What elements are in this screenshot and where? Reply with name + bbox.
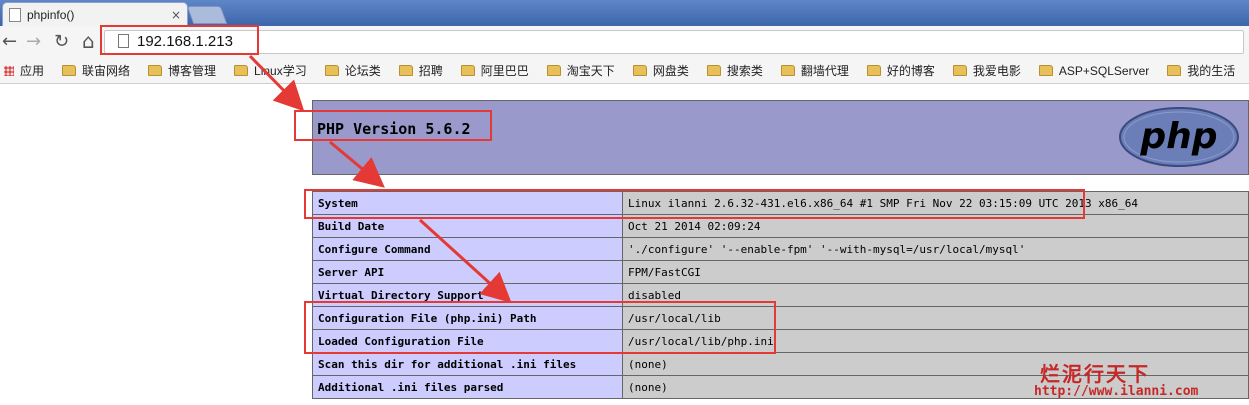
folder-icon <box>866 65 881 76</box>
annotation-box-system <box>304 189 1085 219</box>
tab-strip: phpinfo() × <box>0 0 1249 26</box>
apps-icon <box>4 65 14 76</box>
back-icon[interactable]: ← <box>2 32 17 52</box>
bookmark-label: 好的博客 <box>886 64 935 78</box>
table-row: Server API FPM/FastCGI <box>312 260 1249 284</box>
folder-icon <box>324 65 339 76</box>
bookmark-item[interactable]: 网盘类 <box>632 62 689 79</box>
annotation-box-url <box>100 25 259 55</box>
new-tab-button[interactable] <box>186 6 228 24</box>
bookmarks-bar: 应用 联宙网络 博客管理 Linux学习 论坛类 招聘 阿里巴巴 淘宝天下 网盘类 搜索类 翻墙代理… <box>0 58 1249 84</box>
reload-icon[interactable]: ↻ <box>54 32 69 52</box>
annotation-box-ini <box>304 301 776 354</box>
bookmark-item[interactable]: ASP+SQLServer <box>1038 63 1150 78</box>
folder-icon <box>780 65 795 76</box>
php-logo-text: php <box>1139 116 1217 157</box>
bookmark-item[interactable]: 博客管理 <box>148 62 216 79</box>
row-value: FPM/FastCGI <box>622 260 1249 284</box>
row-key: Additional .ini files parsed <box>312 375 623 399</box>
bookmark-item[interactable]: 我爱电影 <box>952 62 1021 79</box>
bookmark-item[interactable]: 好的博客 <box>866 62 935 79</box>
bookmark-item[interactable]: 应用 <box>4 62 44 79</box>
bookmark-item[interactable]: 论坛类 <box>324 62 381 79</box>
watermark: 烂泥行天下 http://www.ilanni.com <box>1034 358 1245 403</box>
bookmark-item[interactable]: 我的生活 <box>1167 62 1235 79</box>
table-row: Configure Command './configure' '--enable… <box>312 237 1249 261</box>
row-key: Scan this dir for additional .ini files <box>312 352 623 376</box>
bookmark-label: 论坛类 <box>344 64 381 78</box>
bookmark-label: 联宙网络 <box>82 64 131 78</box>
folder-icon <box>62 65 77 76</box>
bookmark-item[interactable]: 淘宝天下 <box>546 62 615 79</box>
annotation-box-version <box>294 110 492 141</box>
bookmark-item[interactable]: 招聘 <box>398 62 443 79</box>
watermark-brand: 烂泥行天下 <box>1040 362 1150 386</box>
folder-icon <box>148 65 163 76</box>
folder-icon <box>1038 65 1053 76</box>
folder-icon <box>546 65 561 76</box>
bookmark-item[interactable]: 阿里巴巴 <box>460 62 529 79</box>
bookmark-label: ASP+SQLServer <box>1058 63 1150 78</box>
tab-phpinfo[interactable]: phpinfo() × <box>2 2 188 26</box>
bookmark-item[interactable]: Linux学习 <box>234 62 307 79</box>
row-key: Server API <box>312 260 623 284</box>
bookmark-label: 网盘类 <box>652 64 689 78</box>
folder-icon <box>460 65 475 76</box>
bookmark-label: 淘宝天下 <box>566 64 615 78</box>
bookmark-item[interactable]: 翻墙代理 <box>780 62 849 79</box>
close-icon[interactable]: × <box>171 8 181 22</box>
folder-icon <box>952 65 967 76</box>
row-key: Configure Command <box>312 237 623 261</box>
folder-icon <box>706 65 721 76</box>
bookmark-label: 应用 <box>20 64 45 78</box>
home-icon[interactable]: ⌂ <box>82 31 95 51</box>
address-bar[interactable] <box>104 30 1244 54</box>
bookmark-label: 我爱电影 <box>972 64 1021 78</box>
watermark-url: http://www.ilanni.com <box>1034 384 1199 399</box>
bookmark-label: 博客管理 <box>168 64 217 78</box>
folder-icon <box>234 65 249 76</box>
folder-icon <box>398 65 413 76</box>
bookmark-label: 搜索类 <box>726 64 763 78</box>
php-logo-icon: php <box>1119 107 1239 167</box>
row-value: './configure' '--enable-fpm' '--with-mys… <box>622 237 1249 261</box>
bookmark-label: Linux学习 <box>254 64 307 78</box>
bookmark-label: 招聘 <box>418 64 443 78</box>
bookmark-label: 翻墙代理 <box>800 64 849 78</box>
forward-icon[interactable]: → <box>26 32 41 52</box>
bookmark-label: 阿里巴巴 <box>480 64 529 78</box>
bookmark-item[interactable]: 搜索类 <box>706 62 763 79</box>
folder-icon <box>1167 65 1182 76</box>
page-icon <box>9 7 21 22</box>
bookmark-label: 我的生活 <box>1187 64 1236 78</box>
tab-title: phpinfo() <box>27 7 75 22</box>
folder-icon <box>632 65 647 76</box>
bookmark-item[interactable]: 联宙网络 <box>62 62 130 79</box>
